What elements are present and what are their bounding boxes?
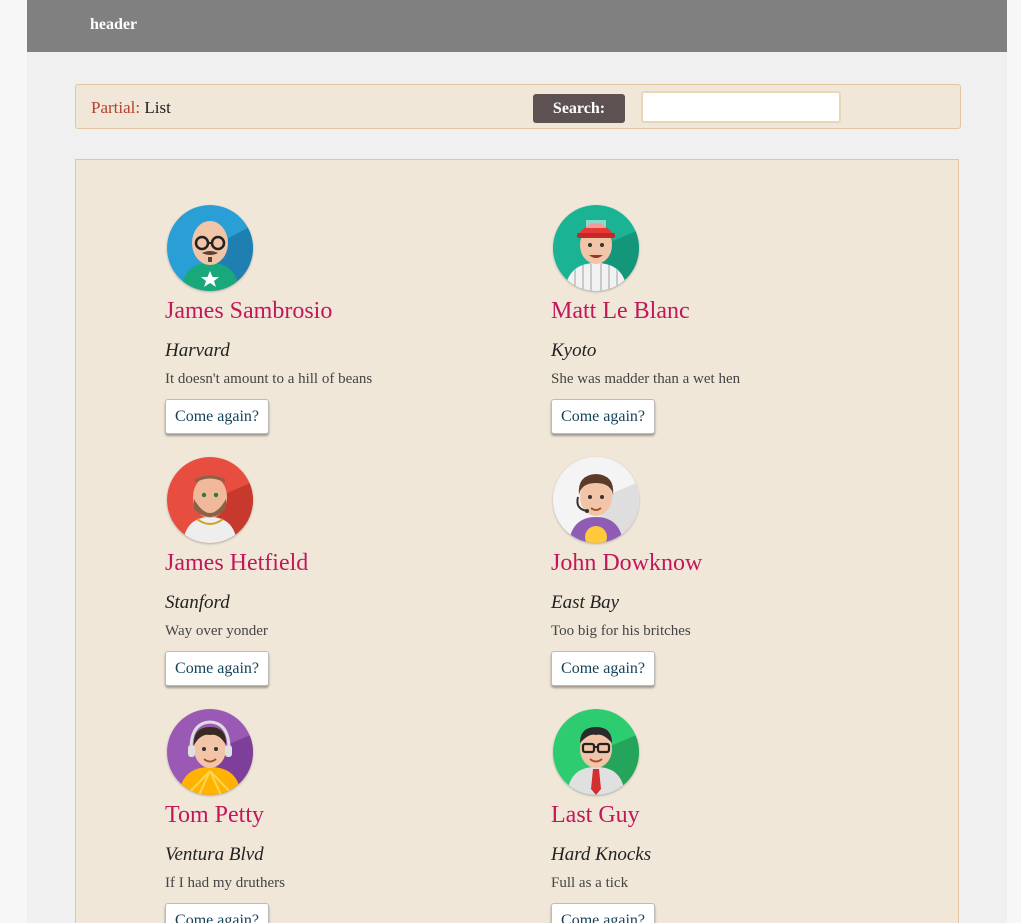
- person-quote: If I had my druthers: [165, 875, 285, 891]
- person-school: Ventura Blvd: [165, 844, 264, 865]
- person-card: Last Guy Hard Knocks Full as a tick Come…: [551, 664, 851, 923]
- headphones-man-icon: [167, 709, 253, 795]
- person-name[interactable]: John Dowknow: [551, 550, 702, 577]
- person-school: Harvard: [165, 340, 230, 361]
- page: header Partial: List Search: James Sambr…: [27, 0, 1007, 923]
- bald-glasses-man-icon: [167, 205, 253, 291]
- header-title: header: [90, 16, 138, 33]
- partial-label: Partial:: [91, 98, 141, 117]
- partial-indicator: Partial: List: [91, 98, 171, 118]
- person-name[interactable]: Last Guy: [551, 802, 640, 829]
- search-button[interactable]: Search:: [533, 94, 625, 123]
- come-again-button[interactable]: Come again?: [551, 903, 655, 923]
- nerd-tie-man-icon: [553, 709, 639, 795]
- person-card: Tom Petty Ventura Blvd If I had my druth…: [165, 664, 465, 923]
- search-input[interactable]: [641, 91, 841, 123]
- search-bar: Partial: List Search:: [75, 84, 961, 129]
- person-quote: Way over yonder: [165, 623, 268, 639]
- person-card: James Hetfield Stanford Way over yonder …: [165, 412, 465, 686]
- person-school: Kyoto: [551, 340, 597, 361]
- people-list: James Sambrosio Harvard It doesn't amoun…: [75, 159, 959, 923]
- person-name[interactable]: Tom Petty: [165, 802, 264, 829]
- person-quote: Too big for his britches: [551, 623, 691, 639]
- partial-value: List: [144, 98, 171, 117]
- person-quote: Full as a tick: [551, 875, 629, 891]
- person-name[interactable]: James Sambrosio: [165, 298, 332, 325]
- person-card: John Dowknow East Bay Too big for his br…: [551, 412, 851, 686]
- baseball-cap-man-icon: [553, 205, 639, 291]
- person-quote: She was madder than a wet hen: [551, 371, 741, 387]
- person-card: James Sambrosio Harvard It doesn't amoun…: [165, 160, 465, 434]
- come-again-button[interactable]: Come again?: [165, 903, 269, 923]
- person-name[interactable]: Matt Le Blanc: [551, 298, 690, 325]
- person-school: East Bay: [551, 592, 620, 613]
- person-card: Matt Le Blanc Kyoto She was madder than …: [551, 160, 851, 434]
- bearded-man-icon: [167, 457, 253, 543]
- headset-man-icon: [553, 457, 639, 543]
- person-name[interactable]: James Hetfield: [165, 550, 308, 577]
- person-school: Hard Knocks: [551, 844, 652, 865]
- header-bar: header: [27, 0, 1007, 52]
- person-quote: It doesn't amount to a hill of beans: [165, 371, 373, 387]
- person-school: Stanford: [165, 592, 230, 613]
